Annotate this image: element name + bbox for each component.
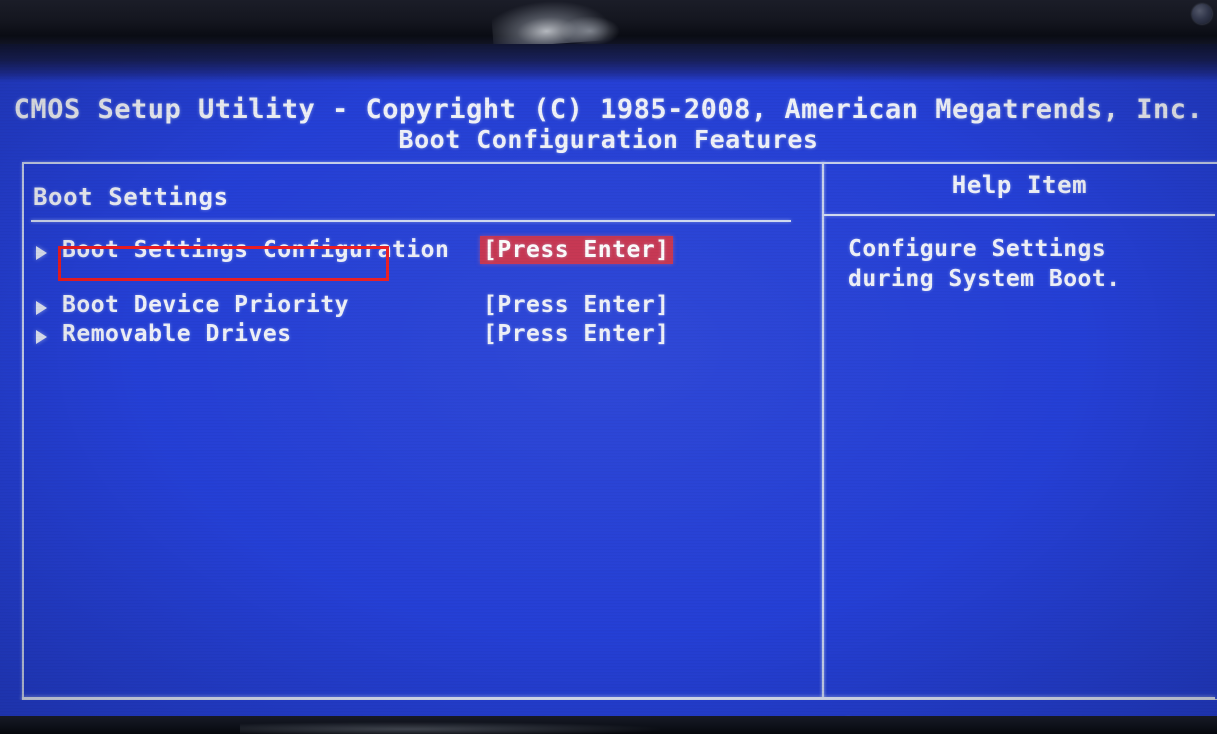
menu-item-label: Removable Drives (62, 321, 292, 347)
section-heading: Boot Settings (33, 183, 229, 211)
panel-divider (822, 162, 824, 699)
menu-item-removable-drives[interactable]: Removable Drives [Press Enter] (33, 321, 793, 351)
help-panel-text-line: during System Boot. (848, 266, 1121, 292)
menu-item-label: Boot Device Priority (62, 292, 349, 318)
help-panel-title: Help Item (951, 171, 1088, 199)
monitor-photo: CMOS Setup Utility - Copyright (C) 1985-… (0, 0, 1217, 734)
title-band (0, 44, 1217, 82)
page-title: CMOS Setup Utility - Copyright (C) 1985-… (13, 94, 1204, 125)
help-panel-rule (824, 214, 1215, 216)
triangle-right-icon (36, 301, 47, 315)
menu-item-value[interactable]: [Press Enter] (483, 321, 670, 347)
help-panel-text-line: Configure Settings (848, 236, 1107, 262)
menu-item-label: Boot Settings Configuration (62, 237, 450, 263)
monitor-power-button-icon[interactable] (1192, 4, 1212, 24)
menu-item-boot-device-priority[interactable]: Boot Device Priority [Press Enter] (33, 292, 793, 322)
menu-item-boot-settings-configuration[interactable]: Boot Settings Configuration [Press Enter… (33, 236, 793, 267)
bios-screen: CMOS Setup Utility - Copyright (C) 1985-… (0, 44, 1217, 718)
triangle-right-icon (36, 330, 47, 344)
section-heading-rule (31, 220, 791, 222)
menu-item-value[interactable]: [Press Enter] (480, 236, 673, 264)
monitor-bezel-top (0, 0, 1217, 46)
triangle-right-icon (36, 246, 47, 260)
page-subtitle: Boot Configuration Features (398, 125, 819, 154)
menu-item-value[interactable]: [Press Enter] (483, 292, 670, 318)
bezel-bottom-glare (240, 722, 660, 734)
